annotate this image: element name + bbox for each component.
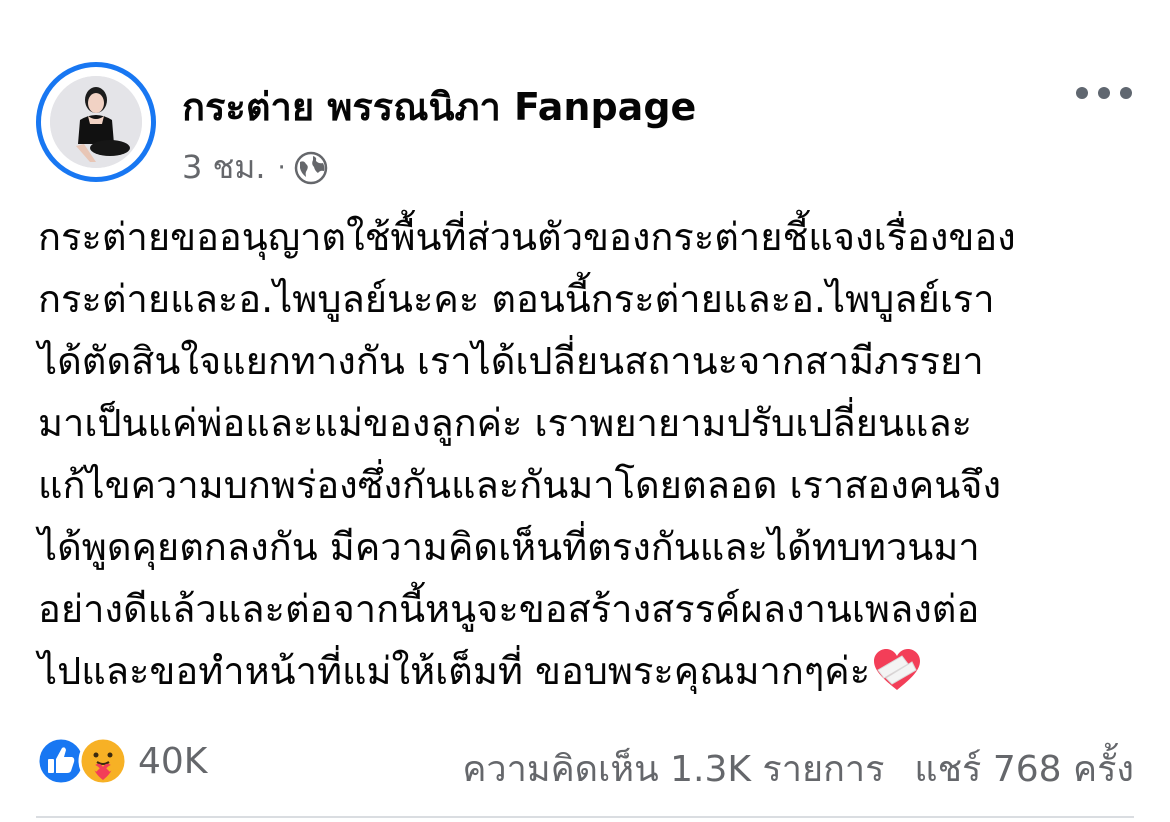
post-text: กระต่ายขออนุญาตใช้พื้นที่ส่วนตัวของกระต่… bbox=[38, 206, 1138, 702]
globe-icon[interactable] bbox=[294, 151, 328, 185]
divider bbox=[36, 816, 1134, 818]
more-dots-icon bbox=[1076, 87, 1088, 99]
mending-heart-icon bbox=[872, 648, 922, 710]
page-avatar[interactable] bbox=[36, 62, 156, 182]
post-text-line-last: ไปและขอทำหน้าที่แม่ให้เต็มที่ ขอบพระคุณม… bbox=[38, 640, 1138, 702]
page-name[interactable]: กระต่าย พรรณนิภา Fanpage bbox=[182, 76, 696, 137]
post-meta: 3 ชม. · bbox=[182, 142, 328, 193]
engagement-counts: ความคิดเห็น 1.3K รายการ แชร์ 768 ครั้ง bbox=[462, 740, 1134, 797]
reactions-summary[interactable]: 40K bbox=[36, 736, 207, 786]
shares-count[interactable]: แชร์ 768 ครั้ง bbox=[914, 740, 1134, 797]
more-dots-icon bbox=[1120, 87, 1132, 99]
post-text-line: กระต่ายขออนุญาตใช้พื้นที่ส่วนตัวของกระต่… bbox=[38, 215, 1016, 259]
meta-separator: · bbox=[277, 152, 286, 183]
post-text-line: อย่างดีแล้วและต่อจากนี้หนูจะขอสร้างสรรค์… bbox=[38, 587, 980, 631]
comments-count[interactable]: ความคิดเห็น 1.3K รายการ bbox=[462, 740, 884, 797]
post-stats: 40K ความคิดเห็น 1.3K รายการ แชร์ 768 ครั… bbox=[36, 736, 1134, 792]
post-text-line: แก้ไขความบกพร่องซึ่งกันและกันมาโดยตลอด เ… bbox=[38, 463, 1002, 507]
avatar-photo bbox=[50, 76, 142, 168]
post-time[interactable]: 3 ชม. bbox=[182, 142, 266, 193]
care-icon bbox=[78, 736, 128, 786]
more-options-button[interactable] bbox=[1076, 78, 1132, 108]
post-text-line: มาเป็นแค่พ่อและแม่ของลูกค่ะ เราพยายามปรั… bbox=[38, 401, 973, 445]
post-text-line: กระต่ายและอ.ไพบูลย์นะคะ ตอนนี้กระต่ายและ… bbox=[38, 277, 995, 321]
post-text-line: ได้พูดคุยตกลงกัน มีความคิดเห็นที่ตรงกันแ… bbox=[38, 525, 980, 569]
facebook-post: กระต่าย พรรณนิภา Fanpage 3 ชม. · กระต่าย… bbox=[0, 0, 1170, 822]
reaction-count: 40K bbox=[138, 740, 208, 782]
post-text-line: ไปและขอทำหน้าที่แม่ให้เต็มที่ ขอบพระคุณม… bbox=[38, 649, 871, 693]
post-text-line: ได้ตัดสินใจแยกทางกัน เราได้เปลี่ยนสถานะจ… bbox=[38, 339, 984, 383]
more-dots-icon bbox=[1098, 87, 1110, 99]
